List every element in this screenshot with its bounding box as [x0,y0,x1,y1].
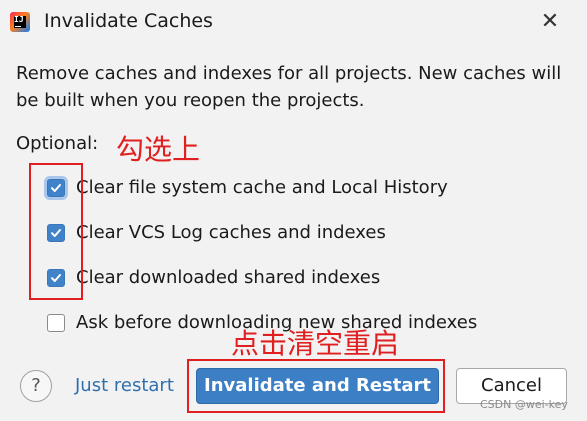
option-label: Clear VCS Log caches and indexes [76,222,386,243]
dialog-description: Remove caches and indexes for all projec… [16,63,562,111]
watermark: CSDN @wei-key [480,398,568,411]
option-label: Clear file system cache and Local Histor… [76,177,448,198]
help-button[interactable]: ? [20,370,52,402]
optional-label: Optional: [16,133,99,154]
annotation-restart-note: 点击清空重启 [231,327,400,360]
just-restart-button[interactable]: Just restart [75,375,174,396]
close-button[interactable]: ✕ [536,8,564,36]
option-label: Clear downloaded shared indexes [76,267,381,288]
help-icon: ? [31,375,41,396]
invalidate-and-restart-button[interactable]: Invalidate and Restart [196,368,439,404]
checkbox-ask-before-downloading[interactable] [47,314,65,332]
annotation-checkbox-highlight [29,163,83,300]
intellij-app-icon: IJ [10,12,30,32]
app-icon-text: IJ [14,16,26,28]
invalidate-caches-dialog: IJ Invalidate Caches ✕ Remove caches and… [0,0,587,421]
annotation-select-note: 勾选上 [116,133,201,166]
dialog-title: Invalidate Caches [44,10,213,32]
title-bar: IJ Invalidate Caches ✕ [0,0,587,44]
close-icon: ✕ [540,9,560,34]
